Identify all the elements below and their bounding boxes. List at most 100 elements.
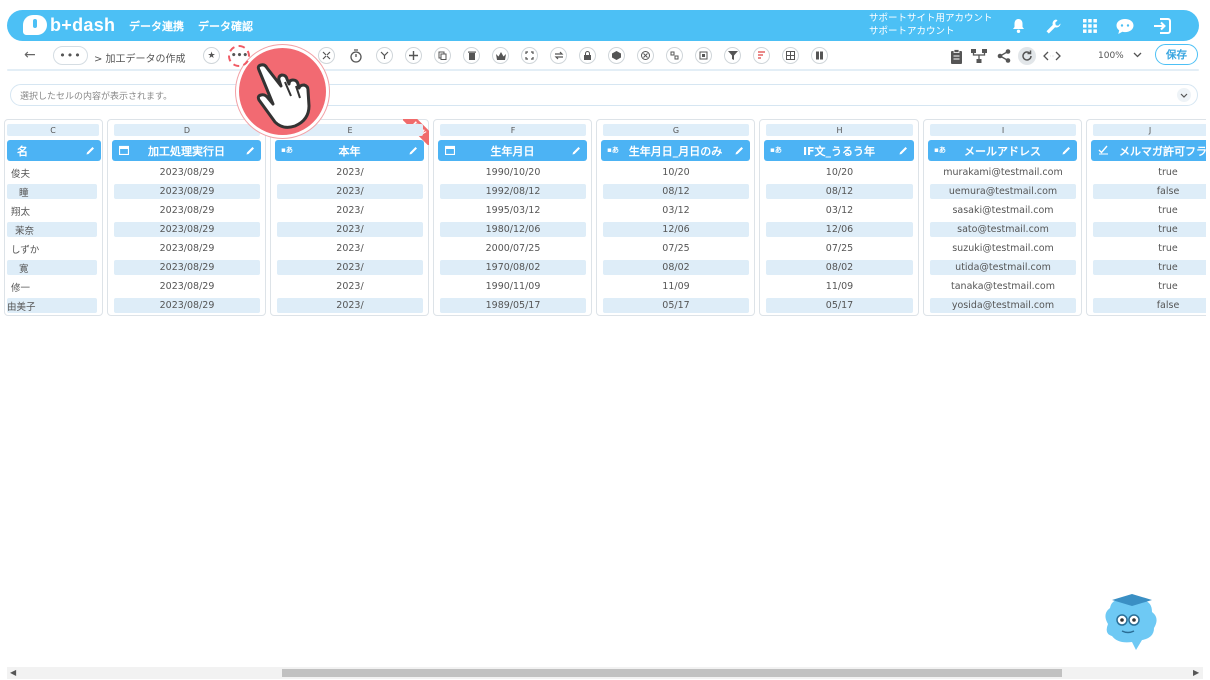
table-cell[interactable]: true: [1093, 241, 1206, 256]
column-header[interactable]: 加工処理実行日: [112, 140, 261, 161]
table-cell[interactable]: 1989/05/17: [440, 298, 586, 313]
account-info[interactable]: サポートサイト用アカウント サポートアカウント: [869, 12, 993, 38]
frame-icon[interactable]: [695, 47, 712, 64]
split-icon[interactable]: [666, 47, 683, 64]
table-cell[interactable]: 由美子: [7, 298, 97, 313]
table-cell[interactable]: 05/17: [766, 298, 913, 313]
table-cell[interactable]: 07/25: [766, 241, 913, 256]
table-cell[interactable]: 11/09: [603, 279, 749, 294]
table-cell[interactable]: murakami@testmail.com: [930, 165, 1076, 180]
column-j[interactable]: J メルマガ許可フラ true false true true true tru…: [1086, 119, 1206, 316]
table-cell[interactable]: sato@testmail.com: [930, 222, 1076, 237]
table-icon[interactable]: [782, 47, 799, 64]
column-i[interactable]: I ▪あ メールアドレス murakami@testmail.com uemur…: [923, 119, 1082, 316]
column-header[interactable]: ▪あ メールアドレス: [928, 140, 1077, 161]
table-cell[interactable]: 1980/12/06: [440, 222, 586, 237]
table-cell[interactable]: 2023/: [277, 184, 423, 199]
logout-icon[interactable]: [1152, 16, 1172, 36]
sort-icon[interactable]: [753, 47, 770, 64]
table-cell[interactable]: 寛: [7, 260, 97, 275]
table-cell[interactable]: 俊夫: [7, 165, 97, 180]
table-cell[interactable]: 10/20: [603, 165, 749, 180]
table-cell[interactable]: true: [1093, 260, 1206, 275]
table-cell[interactable]: true: [1093, 279, 1206, 294]
table-cell[interactable]: 2023/: [277, 260, 423, 275]
add-icon[interactable]: [405, 47, 422, 64]
table-cell[interactable]: 10/20: [766, 165, 913, 180]
column-header[interactable]: 名: [7, 140, 101, 161]
swap-icon[interactable]: [550, 47, 567, 64]
bell-icon[interactable]: [1008, 16, 1028, 36]
filter-icon[interactable]: [724, 47, 741, 64]
expand-icon[interactable]: [521, 47, 538, 64]
column-e[interactable]: NEW E ▪あ 本年 2023/ 2023/ 2023/ 2023/ 2023…: [270, 119, 429, 316]
table-cell[interactable]: 1990/11/09: [440, 279, 586, 294]
edit-pencil-icon[interactable]: [407, 144, 419, 156]
column-header[interactable]: メルマガ許可フラ: [1091, 140, 1206, 161]
column-h[interactable]: H ▪あ IF文_うるう年 10/20 08/12 03/12 12/06 07…: [759, 119, 919, 316]
edit-pencil-icon[interactable]: [570, 144, 582, 156]
zoom-select[interactable]: 100%: [1078, 47, 1150, 65]
table-cell[interactable]: 翔太: [7, 203, 97, 218]
table-cell[interactable]: 08/12: [766, 184, 913, 199]
clipboard-icon[interactable]: [947, 47, 965, 65]
column-header[interactable]: 生年月日: [438, 140, 587, 161]
table-cell[interactable]: 12/06: [766, 222, 913, 237]
grid-apps-icon[interactable]: [1080, 16, 1100, 36]
table-cell[interactable]: utida@testmail.com: [930, 260, 1076, 275]
columns-icon[interactable]: [811, 47, 828, 64]
nav-data-check[interactable]: データ確認: [198, 18, 253, 34]
table-cell[interactable]: 2023/: [277, 165, 423, 180]
cancel-icon[interactable]: [637, 47, 654, 64]
column-c[interactable]: C 名 俊夫 瞳 翔太 茉奈 しずか 寛 修一 由美子: [4, 119, 103, 316]
save-button[interactable]: 保存: [1155, 44, 1198, 65]
table-cell[interactable]: しずか: [7, 241, 97, 256]
back-button[interactable]: ←: [24, 47, 36, 63]
wrench-icon[interactable]: [1043, 16, 1063, 36]
delete-icon[interactable]: [463, 47, 480, 64]
branch-icon[interactable]: [376, 47, 393, 64]
table-cell[interactable]: uemura@testmail.com: [930, 184, 1076, 199]
table-cell[interactable]: true: [1093, 203, 1206, 218]
chevron-down-icon[interactable]: [1177, 88, 1191, 102]
table-cell[interactable]: 2023/08/29: [114, 279, 260, 294]
cell-content-field[interactable]: 選択したセルの内容が表示されます。: [10, 84, 1198, 106]
table-cell[interactable]: 瞳: [7, 184, 97, 199]
table-cell[interactable]: 修一: [7, 279, 97, 294]
column-header[interactable]: ▪あ IF文_うるう年: [764, 140, 914, 161]
table-cell[interactable]: 08/02: [603, 260, 749, 275]
table-cell[interactable]: 2023/08/29: [114, 298, 260, 313]
column-g[interactable]: G ▪あ 生年月日_月日のみ 10/20 08/12 03/12 12/06 0…: [596, 119, 755, 316]
breadcrumb[interactable]: > 加工データの作成: [94, 50, 186, 65]
table-cell[interactable]: 03/12: [766, 203, 913, 218]
crown-icon[interactable]: [492, 47, 509, 64]
edit-pencil-icon[interactable]: [1060, 144, 1072, 156]
table-cell[interactable]: 1995/03/12: [440, 203, 586, 218]
edit-pencil-icon[interactable]: [244, 144, 256, 156]
scroll-left-icon[interactable]: ◀: [10, 668, 16, 677]
edit-pencil-icon[interactable]: [84, 144, 96, 156]
table-cell[interactable]: 2023/08/29: [114, 203, 260, 218]
column-header[interactable]: ▪あ 本年: [275, 140, 424, 161]
table-cell[interactable]: false: [1093, 184, 1206, 199]
table-cell[interactable]: 07/25: [603, 241, 749, 256]
timer-icon[interactable]: [347, 47, 364, 64]
table-cell[interactable]: 1992/08/12: [440, 184, 586, 199]
app-logo[interactable]: b+dash: [23, 14, 115, 36]
table-cell[interactable]: 08/02: [766, 260, 913, 275]
copy-icon[interactable]: [434, 47, 451, 64]
scrollbar-thumb[interactable]: [282, 669, 1062, 677]
lock-icon[interactable]: [579, 47, 596, 64]
horizontal-scrollbar[interactable]: ◀ ▶: [7, 667, 1203, 679]
favorite-star-icon[interactable]: ★: [203, 47, 220, 64]
table-cell[interactable]: tanaka@testmail.com: [930, 279, 1076, 294]
table-cell[interactable]: true: [1093, 222, 1206, 237]
table-cell[interactable]: 2023/08/29: [114, 165, 260, 180]
table-cell[interactable]: yosida@testmail.com: [930, 298, 1076, 313]
code-icon[interactable]: [1043, 47, 1061, 65]
table-cell[interactable]: 1990/10/20: [440, 165, 586, 180]
box-icon[interactable]: [608, 47, 625, 64]
nav-data-integration[interactable]: データ連携: [129, 18, 184, 34]
table-cell[interactable]: 08/12: [603, 184, 749, 199]
share-icon[interactable]: [995, 47, 1013, 65]
